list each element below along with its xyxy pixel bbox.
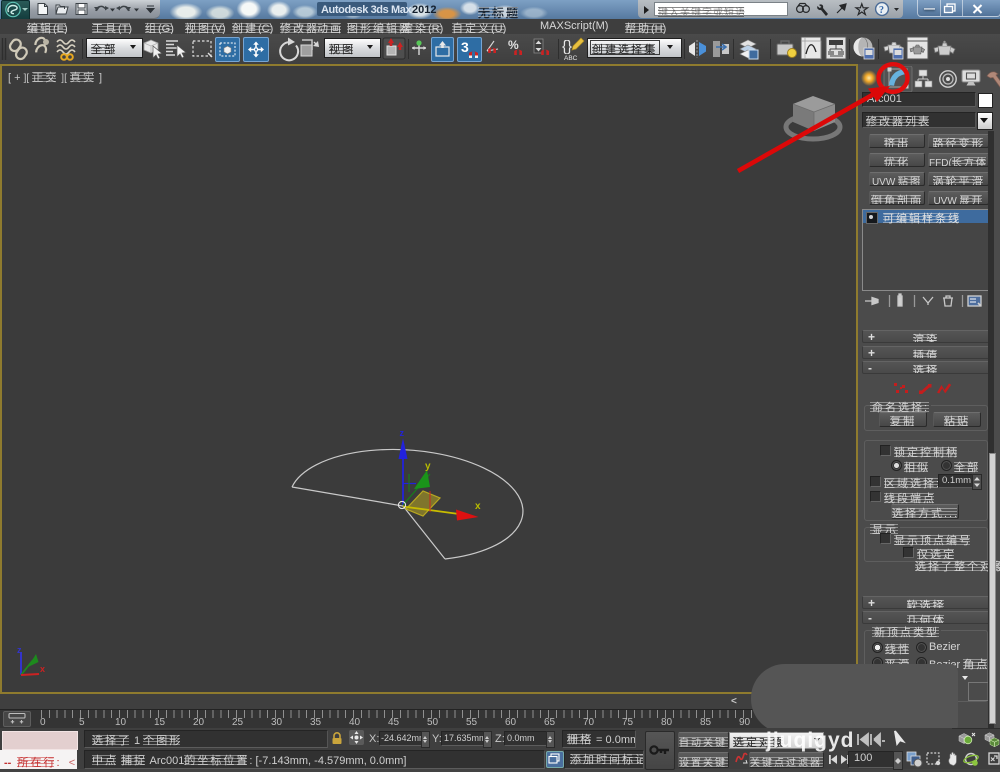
- svg-text:x: x: [475, 501, 481, 512]
- svg-text:?: ?: [879, 5, 884, 16]
- svg-text:ABC: ABC: [564, 55, 578, 62]
- svg-text:{}: {}: [562, 38, 572, 55]
- svg-text:x: x: [40, 664, 45, 674]
- svg-text:z: z: [400, 428, 405, 438]
- svg-text:y: y: [425, 461, 431, 472]
- svg-text:z: z: [17, 645, 22, 655]
